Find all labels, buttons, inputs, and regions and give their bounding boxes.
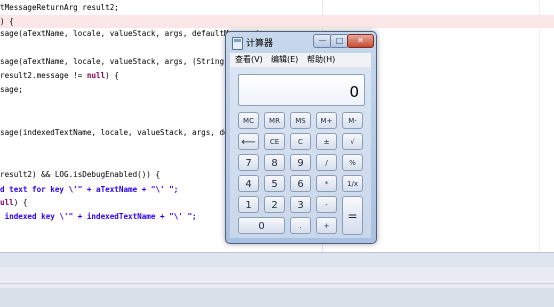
editor-overview-ruler [539,0,554,252]
ms-button[interactable]: MS [290,112,311,129]
code-line: sage(indexedTextName, locale, valueStack… [0,126,261,139]
bottom-panel-divider [0,283,554,284]
code-token: null [86,71,106,80]
reciprocal-button[interactable]: 1/x [342,175,363,192]
code-token: sage; [0,85,23,94]
menu-bar: 查看(V) 编辑(E) 帮助(H) [230,53,371,67]
code-token: tMessageReturnArg result2; [0,3,119,12]
mr-button[interactable]: MR [264,112,285,129]
code-line: sage; [0,83,23,96]
code-line: d text for key \'" + aTextName + "\' "; [0,183,178,196]
code-token: ) { [0,17,14,26]
calculator-body: 0 MC MR MS M+ M- ⟵ CE C ± √ 7 8 9 / % 4 … [230,67,371,238]
status-bar [0,288,554,307]
clear-button[interactable]: C [290,133,311,150]
code-token: ull [0,198,14,207]
code-token: result2) && LOG.isDebugEnabled()) { [0,170,161,179]
equals-button[interactable]: = [342,196,363,235]
close-button[interactable]: ✕ [347,34,374,48]
digit-7-button[interactable]: 7 [238,154,259,171]
menu-edit[interactable]: 编辑(E) [271,54,298,65]
digit-0-button[interactable]: 0 [238,217,285,234]
minus-button[interactable]: - [316,196,337,213]
decimal-point-button[interactable]: . [290,217,311,234]
digit-2-button[interactable]: 2 [264,196,285,213]
code-token: d text for key \'" + aTextName + "\' "; [0,185,179,194]
code-token: result2.message != [0,71,87,80]
calculator-display: 0 [238,74,365,106]
code-token: indexed key \'" + indexedTextName + "\' … [0,212,197,221]
menu-view[interactable]: 查看(V) [235,54,263,65]
code-token: ) { [105,71,119,80]
ce-button[interactable]: CE [264,133,285,150]
plus-minus-button[interactable]: ± [316,133,337,150]
digit-4-button[interactable]: 4 [238,175,259,192]
multiply-button[interactable]: * [316,175,337,192]
divide-button[interactable]: / [316,154,337,171]
plus-button[interactable]: + [316,217,337,234]
percent-button[interactable]: % [342,154,363,171]
digit-1-button[interactable]: 1 [238,196,259,213]
display-value: 0 [349,83,359,101]
digit-9-button[interactable]: 9 [290,154,311,171]
code-line: sage(aTextName, locale, valueStack, args… [0,55,256,68]
calculator-window[interactable]: 计算器 — □ ✕ 查看(V) 编辑(E) 帮助(H) 0 MC MR MS M… [225,31,377,244]
backspace-button[interactable]: ⟵ [238,133,259,150]
digit-3-button[interactable]: 3 [290,196,311,213]
m-plus-button[interactable]: M+ [316,112,337,129]
m-minus-button[interactable]: M- [342,112,363,129]
mc-button[interactable]: MC [238,112,259,129]
code-token: sage(indexedTextName, locale, valueStack… [0,128,261,137]
code-token: ) { [13,198,28,207]
bottom-panel [0,252,554,307]
digit-8-button[interactable]: 8 [264,154,285,171]
digit-5-button[interactable]: 5 [264,175,285,192]
code-line: result2) && LOG.isDebugEnabled()) { [0,168,160,181]
calculator-title-bar[interactable]: 计算器 — □ ✕ [226,32,376,52]
code-line: ull) { [0,196,27,209]
calculator-app-icon [232,37,243,50]
digit-6-button[interactable]: 6 [290,175,311,192]
menu-help[interactable]: 帮助(H) [307,54,335,65]
square-root-button[interactable]: √ [342,133,363,150]
code-line: result2.message != null) { [0,69,119,82]
code-token: sage(aTextName, locale, valueStack, args… [0,57,229,66]
code-line: indexed key \'" + indexedTextName + "\' … [0,210,197,223]
window-title: 计算器 [246,39,274,49]
code-line: tMessageReturnArg result2; [0,1,119,14]
bottom-panel-tab-bar [0,252,554,267]
